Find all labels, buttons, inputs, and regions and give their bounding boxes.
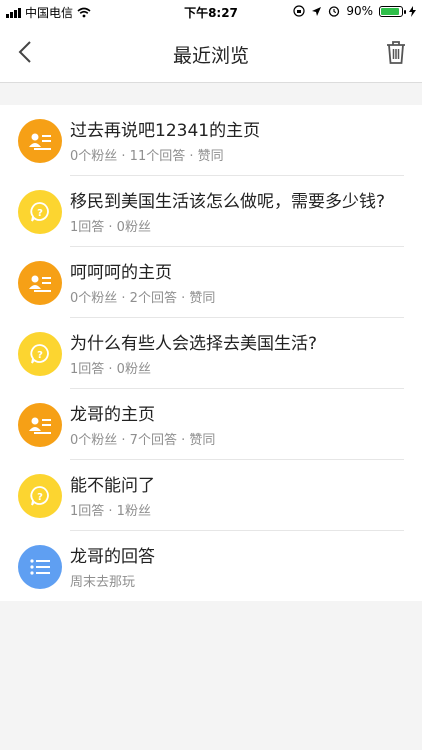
list-item-title: 能不能问了: [70, 476, 155, 496]
list-item[interactable]: ? 能不能问了 1回答 · 1粉丝: [0, 460, 422, 531]
list-item-subtitle: 1回答 · 1粉丝: [70, 504, 151, 519]
status-right: 90%: [293, 4, 416, 18]
question-icon: ?: [18, 190, 62, 234]
clear-history-button[interactable]: [382, 38, 410, 66]
status-bar: 中国电信 下午8:27 90%: [0, 0, 422, 22]
list-item-title: 过去再说吧12341的主页: [70, 121, 261, 141]
svg-text:?: ?: [37, 208, 43, 219]
list-item-text: 为什么有些人会选择去美国生活? 1回答 · 0粉丝: [70, 328, 404, 389]
list-item[interactable]: ? 移民到美国生活该怎么做呢，需要多少钱? 1回答 · 0粉丝: [0, 176, 422, 247]
list-item-title: 移民到美国生活该怎么做呢，需要多少钱?: [70, 192, 386, 212]
list-item-text: 呵呵呵的主页 0个粉丝 · 2个回答 · 赞同: [70, 257, 404, 318]
history-list: 过去再说吧12341的主页 0个粉丝 · 11个回答 · 赞同? 移民到美国生活该怎…: [0, 105, 422, 601]
list-icon: [18, 545, 62, 589]
question-icon: ?: [18, 474, 62, 518]
list-item-subtitle: 周末去那玩: [70, 575, 136, 590]
profile-card-icon: [18, 403, 62, 447]
trash-icon: [387, 41, 405, 64]
list-item-title: 龙哥的主页: [70, 405, 155, 425]
battery-fill: [381, 7, 399, 15]
charging-icon: [409, 5, 416, 17]
svg-text:?: ?: [37, 350, 43, 361]
list-item-title: 为什么有些人会选择去美国生活?: [70, 334, 318, 354]
list-item-title: 龙哥的回答: [70, 547, 155, 567]
lock-rotation-icon: [293, 5, 305, 17]
list-item[interactable]: 龙哥的主页 0个粉丝 · 7个回答 · 赞同: [0, 389, 422, 460]
list-item[interactable]: 过去再说吧12341的主页 0个粉丝 · 11个回答 · 赞同: [0, 105, 422, 176]
battery-percent: 90%: [346, 4, 373, 18]
location-icon: [312, 6, 322, 16]
battery-icon: [379, 5, 406, 17]
list-item-text: 过去再说吧12341的主页 0个粉丝 · 11个回答 · 赞同: [70, 115, 404, 176]
list-item-subtitle: 0个粉丝 · 11个回答 · 赞同: [70, 149, 224, 164]
list-item-text: 移民到美国生活该怎么做呢，需要多少钱? 1回答 · 0粉丝: [70, 186, 404, 247]
list-item-subtitle: 1回答 · 0粉丝: [70, 362, 151, 377]
question-icon: ?: [18, 332, 62, 376]
profile-card-icon: [18, 261, 62, 305]
list-item-text: 能不能问了 1回答 · 1粉丝: [70, 470, 404, 531]
alarm-icon: [329, 6, 340, 17]
list-item-subtitle: 0个粉丝 · 2个回答 · 赞同: [70, 291, 216, 306]
page-title: 最近浏览: [172, 45, 249, 67]
list-item-text: 龙哥的回答周末去那玩: [70, 541, 404, 601]
list-item[interactable]: 龙哥的回答周末去那玩: [0, 531, 422, 601]
list-item[interactable]: ? 为什么有些人会选择去美国生活? 1回答 · 0粉丝: [0, 318, 422, 389]
list-item-subtitle: 0个粉丝 · 7个回答 · 赞同: [70, 433, 216, 448]
list-item-text: 龙哥的主页 0个粉丝 · 7个回答 · 赞同: [70, 399, 404, 460]
list-item-title: 呵呵呵的主页: [70, 263, 172, 283]
svg-text:?: ?: [37, 492, 43, 503]
navigation-bar: 最近浏览: [0, 22, 422, 83]
profile-card-icon: [18, 119, 62, 163]
list-item[interactable]: 呵呵呵的主页 0个粉丝 · 2个回答 · 赞同: [0, 247, 422, 318]
list-item-subtitle: 1回答 · 0粉丝: [70, 220, 151, 235]
